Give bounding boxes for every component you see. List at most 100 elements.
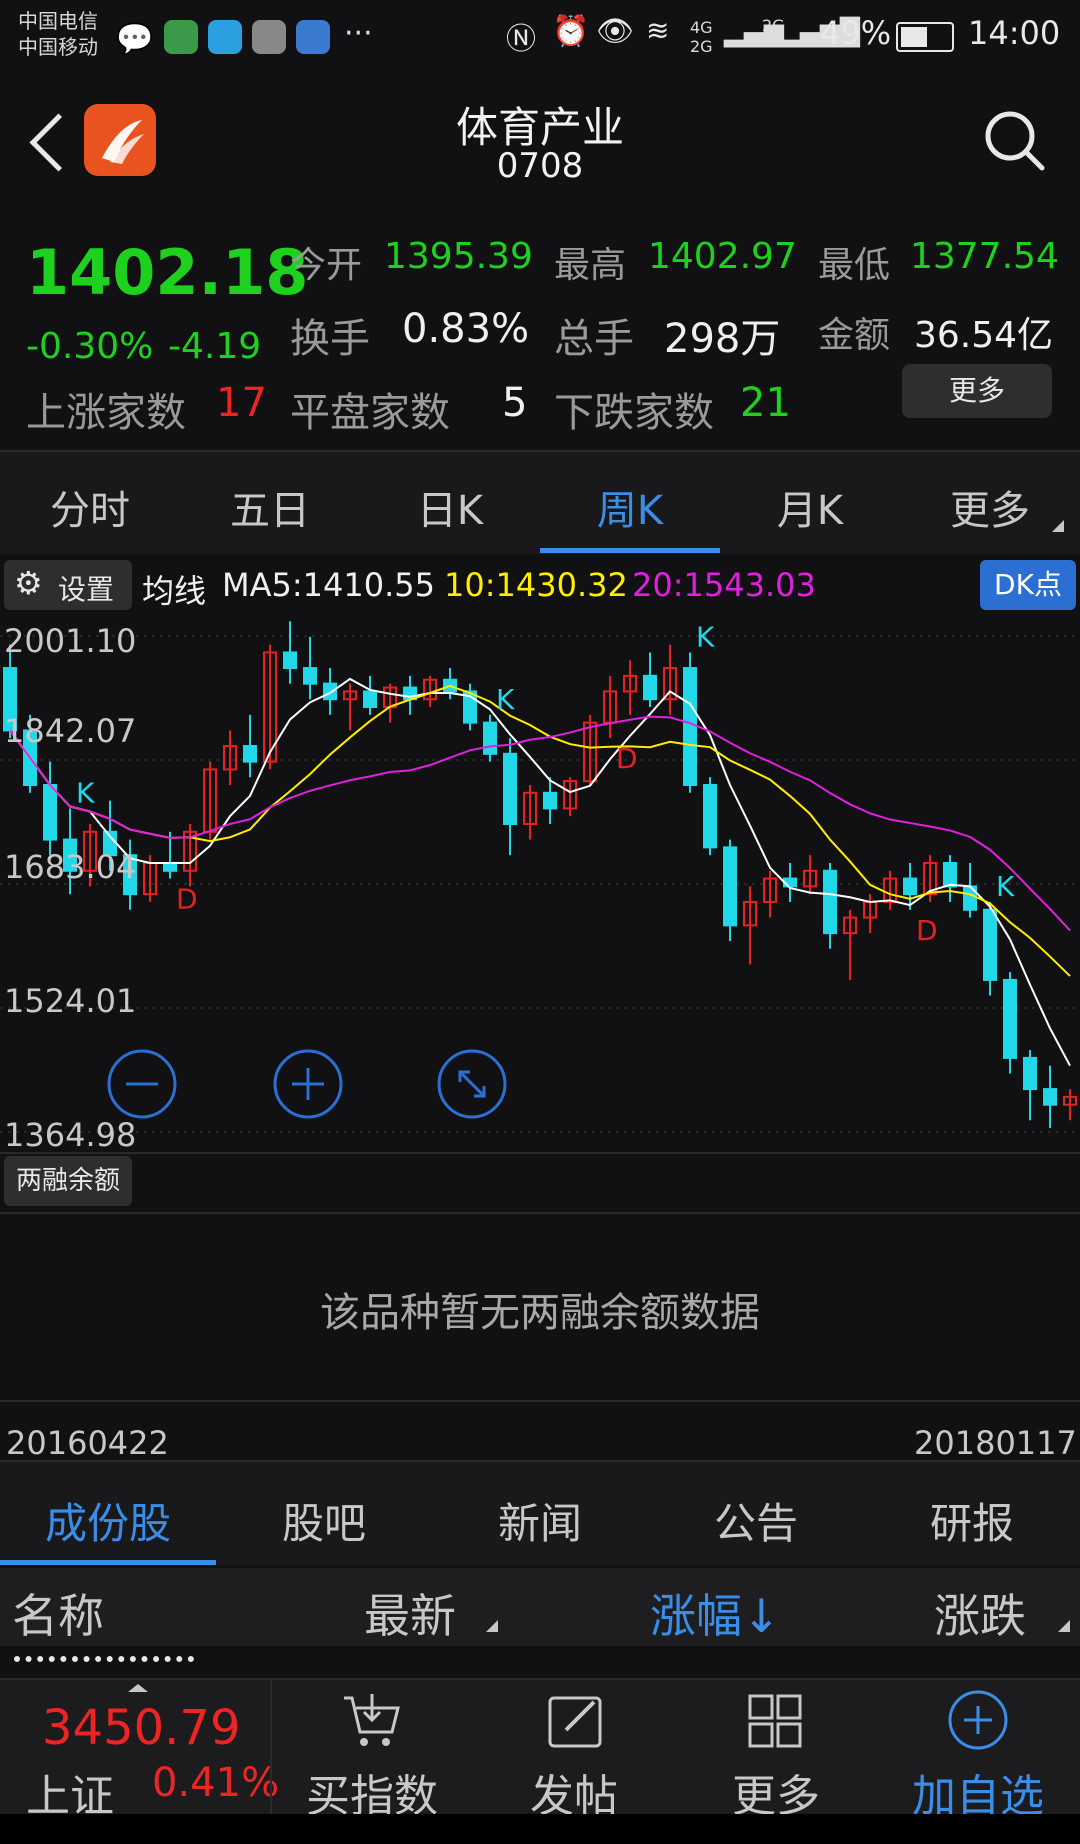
zoom-out-icon[interactable]	[106, 1048, 178, 1120]
tab-five-day[interactable]: 五日	[180, 478, 360, 536]
active-tab-indicator	[540, 548, 720, 553]
clock: 14:00	[968, 14, 1061, 52]
y-tick-0: 2001.10	[4, 622, 137, 660]
chart-settings-button[interactable]: ⚙ 设置	[4, 560, 132, 610]
date-start: 20160422	[6, 1424, 169, 1462]
y-tick-1: 1842.07	[4, 712, 137, 750]
candle-body	[683, 667, 697, 787]
candle-body	[303, 667, 317, 685]
candle-body	[1003, 978, 1017, 1059]
amount-value: 36.54亿	[914, 315, 1054, 356]
eye-icon: 👁	[596, 14, 635, 49]
candle-body	[723, 846, 737, 927]
tab-intraday[interactable]: 分时	[0, 478, 180, 536]
candle-body	[283, 651, 297, 670]
tab-monthly-k[interactable]: 月K	[720, 478, 900, 536]
table-header	[0, 1568, 1080, 1646]
carrier-2: 中国移动	[18, 35, 98, 59]
buy-marker: K	[496, 683, 515, 716]
candle-body	[483, 721, 497, 755]
expand-index-icon[interactable]	[128, 1684, 148, 1692]
tab-daily-k[interactable]: 日K	[360, 478, 540, 536]
hand-app-icon	[252, 20, 286, 54]
send-app-icon	[296, 20, 330, 54]
up-count-value: 17	[216, 380, 267, 426]
nfc-icon: Ⓝ	[506, 22, 536, 57]
gear-icon: ⚙	[14, 564, 43, 602]
down-count-label: 下跌家数	[554, 390, 714, 436]
tab-announcements[interactable]: 公告	[648, 1490, 864, 1551]
y-tick-2: 1683.04	[4, 848, 137, 886]
tab-research[interactable]: 研报	[864, 1490, 1080, 1551]
date-end: 20180117	[914, 1424, 1077, 1462]
candle-body	[543, 791, 557, 810]
more-quote-button[interactable]: 更多	[902, 364, 1052, 418]
volume-value: 298万	[664, 316, 781, 362]
candle-body	[983, 908, 997, 981]
column-name[interactable]: 名称	[12, 1580, 104, 1646]
buy-marker: K	[76, 776, 95, 809]
back-icon[interactable]	[29, 113, 88, 172]
battery-percent: 49%	[820, 14, 892, 52]
app-icon-1	[164, 20, 198, 54]
buy-marker: K	[696, 620, 715, 653]
stock-code: 0708	[496, 146, 584, 186]
status-bar: 中国电信 中国移动 💬 ··· Ⓝ ⏰ 👁 ≋ 4G 2G ▂▄▆ 2G ▂▄▆…	[0, 0, 1080, 76]
turnover-value: 0.83%	[402, 306, 530, 352]
column-change-pct[interactable]: 涨幅↓	[650, 1580, 781, 1646]
high-label: 最高	[554, 245, 627, 286]
index-value[interactable]: 3450.79	[42, 1700, 241, 1756]
volume-label: 总手	[554, 316, 634, 362]
candle-body	[643, 674, 657, 701]
search-icon[interactable]	[980, 106, 1050, 176]
change-percent: -0.30%	[26, 326, 154, 367]
fullscreen-icon[interactable]	[436, 1048, 508, 1120]
sell-marker: D	[176, 883, 198, 916]
divider	[0, 1152, 1080, 1154]
low-value: 1377.54	[910, 236, 1059, 277]
margin-balance-button[interactable]: 两融余额	[4, 1156, 132, 1206]
sell-marker: D	[616, 742, 638, 775]
open-value: 1395.39	[384, 236, 533, 277]
ma5-value: MA5:1410.55	[222, 566, 435, 604]
tab-constituents[interactable]: 成份股	[0, 1490, 216, 1551]
tab-weekly-k[interactable]: 周K	[540, 478, 720, 536]
wechat-icon: 💬	[116, 22, 154, 57]
alarm-icon: ⏰	[552, 14, 590, 49]
sell-marker: D	[916, 914, 938, 947]
y-tick-3: 1524.01	[4, 982, 137, 1020]
column-latest[interactable]: 最新	[364, 1580, 456, 1646]
column-change[interactable]: 涨跌	[934, 1580, 1026, 1646]
open-label: 今开	[290, 245, 363, 286]
up-count-label: 上涨家数	[26, 390, 186, 436]
app-logo	[84, 104, 156, 176]
table-row[interactable]	[0, 1648, 1080, 1678]
zoom-in-icon[interactable]	[272, 1048, 344, 1120]
sort-icon	[1058, 1620, 1070, 1632]
candle-body	[243, 745, 257, 763]
turnover-label: 换手	[290, 316, 370, 362]
index-change[interactable]: 0.41%	[152, 1760, 279, 1806]
grid-menu-icon[interactable]	[744, 1690, 806, 1752]
tab-news[interactable]: 新闻	[432, 1490, 648, 1551]
dk-point-button[interactable]: DK点	[980, 560, 1076, 610]
tab-forum[interactable]: 股吧	[216, 1490, 432, 1551]
active-section-indicator	[0, 1560, 216, 1565]
candle-body	[503, 752, 517, 825]
candle-body	[823, 869, 837, 935]
ma10-value: 10:1430.32	[444, 566, 628, 604]
divider	[0, 1212, 1080, 1214]
header: 体育产业 0708	[0, 76, 1080, 216]
change-value: -4.19	[168, 326, 262, 367]
sort-icon	[486, 1620, 498, 1632]
low-label: 最低	[818, 245, 891, 286]
add-watchlist-icon[interactable]	[946, 1688, 1010, 1752]
high-value: 1402.97	[648, 236, 797, 277]
divider	[0, 1400, 1080, 1402]
cart-icon[interactable]	[340, 1690, 402, 1752]
video-app-icon	[208, 20, 242, 54]
partial-row-text	[14, 1656, 194, 1678]
tab-more-dropdown-icon	[1052, 520, 1064, 532]
edit-post-icon[interactable]	[544, 1690, 606, 1752]
ma10-line	[9, 684, 1071, 977]
